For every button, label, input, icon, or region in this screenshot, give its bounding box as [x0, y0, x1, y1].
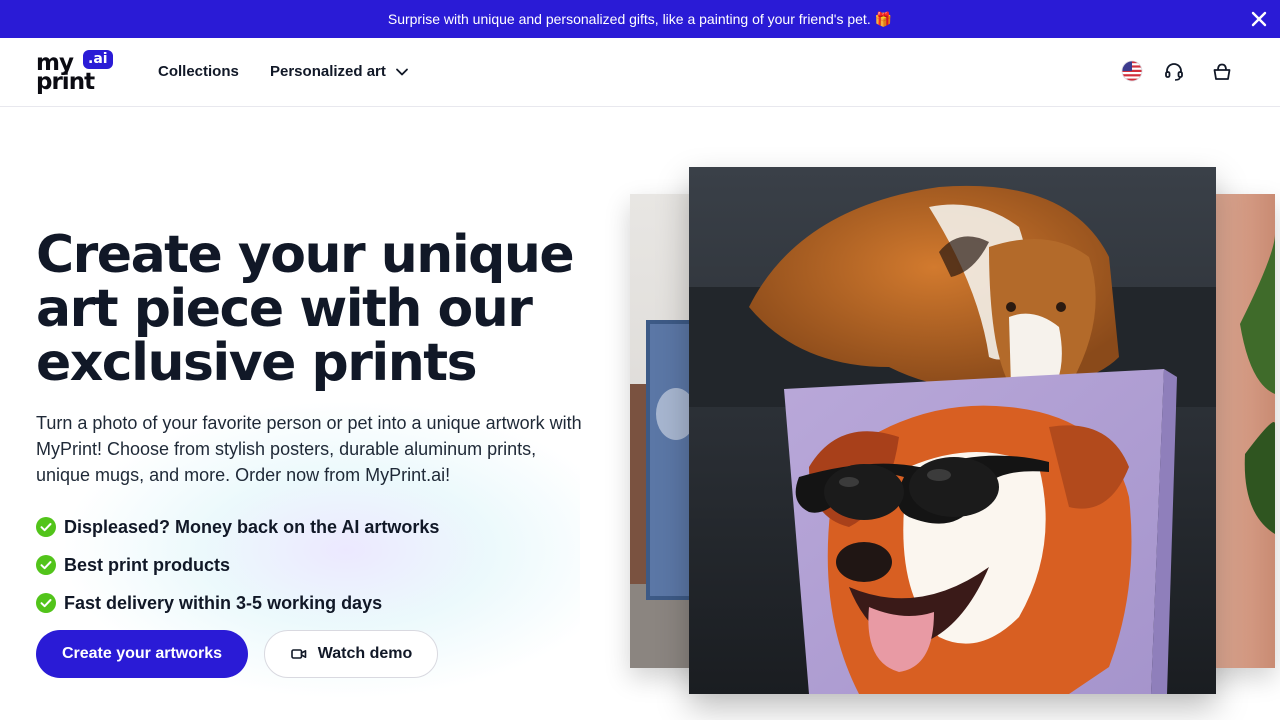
create-artworks-button[interactable]: Create your artworks [36, 630, 248, 678]
feature-item: Displeased? Money back on the AI artwork… [36, 508, 439, 546]
nav-collections-label: Collections [158, 63, 239, 80]
hero-title: Create your unique art piece with our ex… [36, 225, 575, 393]
video-camera-icon [290, 649, 307, 659]
check-circle-icon [36, 555, 56, 575]
nav-collections[interactable]: Collections [158, 63, 239, 80]
check-circle-icon [36, 593, 56, 613]
logo[interactable]: my .ai print [36, 50, 113, 96]
feature-text: Fast delivery within 3-5 working days [64, 592, 383, 613]
feature-item: Best print products [36, 546, 439, 584]
watch-demo-label: Watch demo [317, 645, 413, 662]
feature-list: Displeased? Money back on the AI artwork… [36, 508, 439, 622]
promo-text: Surprise with unique and personalized gi… [387, 11, 871, 27]
dog-portrait-image [689, 167, 1216, 694]
nav-personalized-art[interactable]: Personalized art [270, 63, 409, 80]
gift-icon: 🎁 [874, 10, 893, 27]
feature-item: Fast delivery within 3-5 working days [36, 584, 439, 622]
close-icon[interactable] [1248, 8, 1270, 30]
chevron-down-icon [395, 68, 408, 75]
us-flag-icon[interactable] [1121, 60, 1143, 82]
feature-text: Best print products [64, 554, 231, 575]
headset-icon[interactable] [1163, 61, 1185, 83]
promo-banner: Surprise with unique and personalized gi… [0, 0, 1280, 38]
basket-icon[interactable] [1211, 61, 1233, 83]
feature-text: Displeased? Money back on the AI artwork… [64, 516, 440, 537]
hero-subtitle: Turn a photo of your favorite person or … [36, 413, 582, 485]
site-header: my .ai print Collections Personalized ar… [0, 38, 1280, 107]
nav-personalized-art-label: Personalized art [270, 63, 386, 80]
logo-ai-badge: .ai [83, 50, 113, 69]
check-circle-icon [36, 517, 56, 537]
dog-portrait-illustration [689, 167, 1216, 694]
logo-print: print [36, 69, 95, 95]
watch-demo-button[interactable]: Watch demo [264, 630, 438, 678]
